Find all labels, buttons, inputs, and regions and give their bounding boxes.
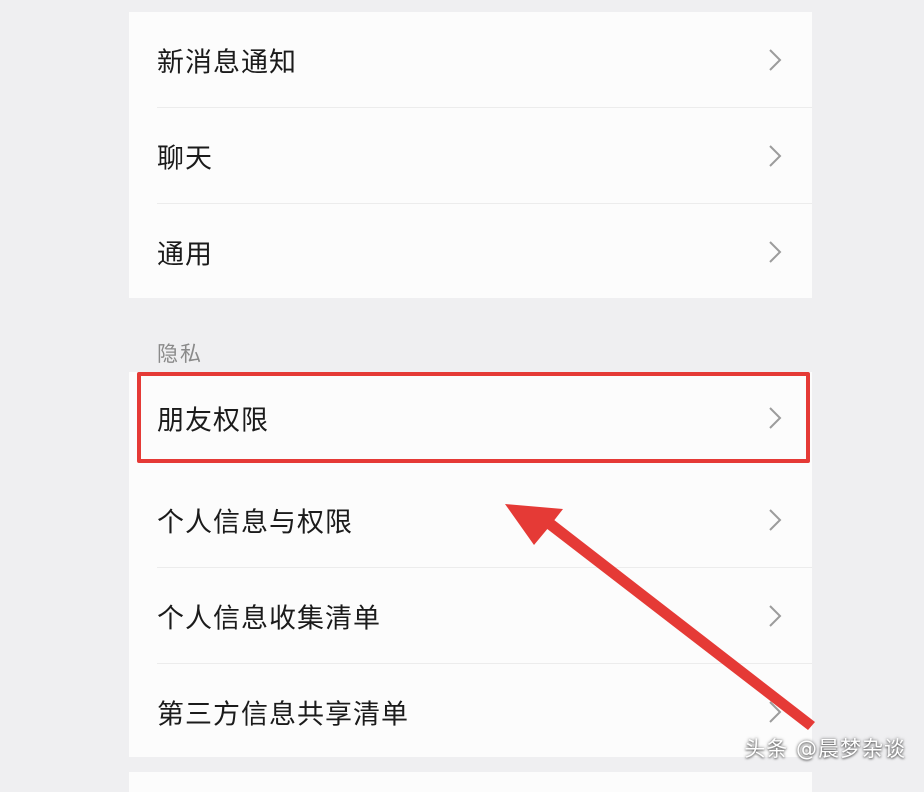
chevron-right-icon: [769, 240, 782, 263]
settings-item-personal-info-permissions[interactable]: 个人信息与权限: [129, 472, 812, 567]
settings-item-label: 新消息通知: [157, 47, 297, 78]
chevron-right-icon: [769, 48, 782, 71]
settings-item-label: 第三方信息共享清单: [157, 699, 409, 730]
settings-group-next: [129, 772, 812, 792]
section-title-privacy: 隐私: [157, 342, 203, 366]
settings-item-third-party-sharing-list[interactable]: 第三方信息共享清单: [129, 664, 812, 759]
settings-group-general: 新消息通知 聊天 通用: [129, 12, 812, 298]
chevron-right-icon: [769, 144, 782, 167]
settings-item-chat[interactable]: 聊天: [129, 108, 812, 203]
highlight-box: [137, 372, 810, 463]
chevron-right-icon: [769, 604, 782, 627]
settings-item-label: 聊天: [157, 143, 213, 174]
chevron-right-icon: [769, 508, 782, 531]
settings-item-new-message-notification[interactable]: 新消息通知: [129, 12, 812, 107]
settings-item-label: 个人信息收集清单: [157, 603, 381, 634]
settings-item-general[interactable]: 通用: [129, 204, 812, 299]
settings-item-label: 通用: [157, 239, 213, 270]
settings-item-personal-info-collection-list[interactable]: 个人信息收集清单: [129, 568, 812, 663]
chevron-right-icon: [769, 700, 782, 723]
settings-item-label: 个人信息与权限: [157, 507, 353, 538]
watermark: 头条 @晨梦杂谈: [744, 737, 906, 761]
